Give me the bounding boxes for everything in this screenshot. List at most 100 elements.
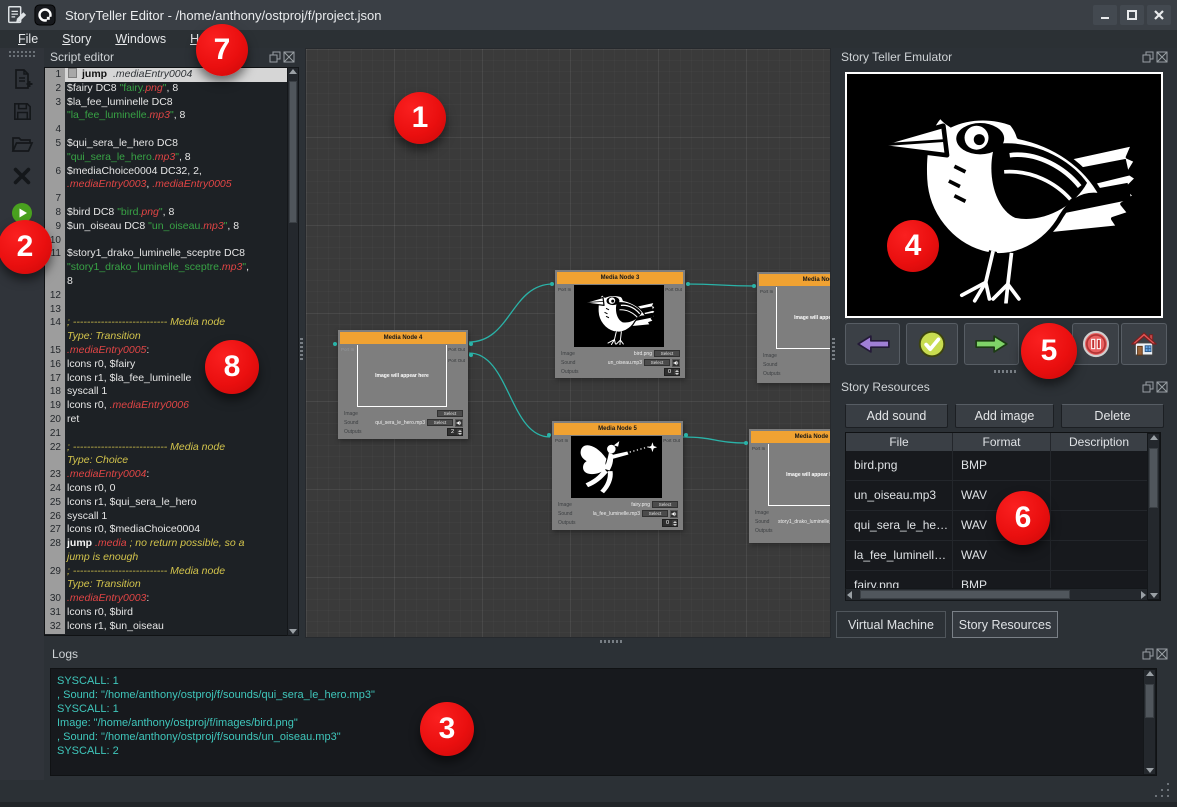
media-node-title[interactable]: Media Node 3 — [557, 272, 683, 284]
port-out[interactable]: Port Out — [663, 438, 680, 443]
port-out[interactable]: Port Out — [665, 287, 682, 292]
node-graph-canvas[interactable]: Media Node 4Port InPort OutPort OutImage… — [305, 48, 831, 638]
column-header-file[interactable]: File — [846, 433, 953, 451]
emulator-ok-button[interactable] — [906, 323, 958, 365]
port-in-dot[interactable] — [550, 282, 554, 286]
speaker-icon[interactable] — [670, 510, 678, 518]
forward-arrow-icon — [974, 331, 1010, 357]
logs-scrollbar[interactable] — [1143, 669, 1156, 775]
port-in-dot[interactable] — [333, 342, 337, 346]
delete-button[interactable]: Delete — [1061, 404, 1164, 428]
port-out-dot[interactable] — [469, 353, 473, 357]
emulator-resources-splitter[interactable] — [994, 370, 1016, 373]
float-panel-icon[interactable] — [1142, 51, 1154, 63]
emulator-home-button[interactable] — [1121, 323, 1167, 365]
media-node[interactable]: Media Node 4Port InPort OutPort OutImage… — [338, 330, 468, 439]
code-line: 31lcons r0, $bird — [45, 606, 298, 620]
tab-virtual-machine[interactable]: Virtual Machine — [836, 611, 946, 638]
open-file-button[interactable] — [9, 131, 35, 157]
outputs-spinner[interactable]: 2 — [447, 428, 463, 436]
close-panel-icon[interactable] — [1156, 381, 1168, 393]
new-file-button[interactable] — [9, 66, 35, 92]
table-row[interactable]: la_fee_luminelle.mp3WAV — [846, 541, 1160, 571]
speaker-icon[interactable] — [455, 419, 463, 427]
menu-file[interactable]: File — [8, 32, 48, 46]
toolbar-drag-handle[interactable] — [9, 50, 35, 58]
close-project-button[interactable] — [9, 163, 35, 189]
emulator-title: Story Teller Emulator — [841, 50, 952, 64]
select-image-button[interactable]: Select — [654, 350, 680, 357]
media-node[interactable]: Media Node 3Port InPort OutImagebird.png… — [555, 270, 685, 378]
port-out-dot[interactable] — [469, 342, 473, 346]
float-panel-icon[interactable] — [269, 51, 281, 63]
media-node[interactable]: Media Node 6Port InPort OutImage will ap… — [749, 429, 831, 543]
port-out[interactable]: Port Out — [448, 347, 465, 352]
port-out-dot[interactable] — [686, 282, 690, 286]
code-line: 6$mediaChoice0004 DC32, 2, — [45, 165, 298, 179]
close-panel-icon[interactable] — [283, 51, 295, 63]
port-in[interactable]: Port In — [558, 287, 571, 292]
outputs-spinner[interactable]: 0 — [664, 368, 680, 376]
script-editor-scrollbar[interactable] — [287, 67, 299, 636]
save-button[interactable] — [9, 98, 35, 124]
logs-splitter-handle[interactable] — [600, 640, 622, 643]
annotation-circle-5: 5 — [1021, 323, 1077, 379]
close-button[interactable] — [1147, 5, 1171, 25]
log-line: , Sound: "/home/anthony/ostproj/f/sounds… — [57, 730, 1156, 744]
resources-table-header: FileFormatDescription — [846, 433, 1160, 451]
left-splitter-handle[interactable] — [300, 338, 303, 360]
emulator-back-button[interactable] — [845, 323, 900, 365]
code-line: 20ret — [45, 413, 298, 427]
float-panel-icon[interactable] — [1142, 648, 1154, 660]
speaker-icon[interactable] — [672, 359, 680, 367]
table-cell: bird.png — [846, 451, 953, 480]
minimize-button[interactable] — [1093, 5, 1117, 25]
add-sound-button[interactable]: Add sound — [845, 404, 948, 428]
close-panel-icon[interactable] — [1156, 648, 1168, 660]
tab-story-resources[interactable]: Story Resources — [952, 611, 1058, 638]
resources-vertical-scrollbar[interactable] — [1147, 433, 1160, 600]
port-in-dot[interactable] — [744, 441, 748, 445]
select-sound-button[interactable]: Select — [427, 419, 453, 426]
right-splitter-handle[interactable] — [832, 338, 835, 360]
port-out[interactable]: Port Out — [448, 358, 465, 363]
new-file-icon — [10, 67, 34, 91]
menu-windows[interactable]: Windows — [105, 32, 176, 46]
select-sound-button[interactable]: Select — [644, 359, 670, 366]
code-line: 1jump .mediaEntry0004 — [45, 68, 298, 82]
resources-horizontal-scrollbar[interactable] — [845, 588, 1148, 601]
select-image-button[interactable]: Select — [437, 410, 463, 417]
window-resize-grip[interactable] — [1153, 783, 1173, 801]
column-header-format[interactable]: Format — [953, 433, 1051, 451]
media-node-title[interactable]: Media Node 5 — [554, 423, 681, 435]
port-in[interactable]: Port In — [752, 446, 765, 451]
port-in-dot[interactable] — [752, 284, 756, 288]
outputs-spinner[interactable]: 0 — [662, 519, 678, 527]
port-out-dot[interactable] — [684, 433, 688, 437]
port-in[interactable]: Port In — [341, 347, 354, 352]
column-header-description[interactable]: Description — [1051, 433, 1148, 451]
emulator-forward-button[interactable] — [964, 323, 1019, 365]
add-image-button[interactable]: Add image — [955, 404, 1054, 428]
media-node-title[interactable]: Media Node 7 — [759, 274, 831, 286]
menu-story[interactable]: Story — [52, 32, 101, 46]
float-panel-icon[interactable] — [1142, 381, 1154, 393]
emulator-pause-button[interactable] — [1072, 323, 1119, 365]
media-node-title[interactable]: Media Node 6 — [751, 431, 831, 443]
close-panel-icon[interactable] — [1156, 51, 1168, 63]
media-node[interactable]: Media Node 5Port InPort OutImagefairy.pn… — [552, 421, 683, 530]
port-in[interactable]: Port In — [760, 289, 773, 294]
table-row[interactable]: bird.pngBMP — [846, 451, 1160, 481]
code-line: Type: Choice — [45, 454, 298, 468]
script-editor[interactable]: 1jump .mediaEntry00042$fairy DC8 "fairy.… — [44, 67, 299, 636]
media-node-title[interactable]: Media Node 4 — [340, 332, 466, 344]
code-line: 23.mediaEntry0004: — [45, 468, 298, 482]
port-in[interactable]: Port In — [555, 438, 568, 443]
port-in-dot[interactable] — [547, 433, 551, 437]
select-sound-button[interactable]: Select — [642, 510, 668, 517]
maximize-button[interactable] — [1120, 5, 1144, 25]
logs-header: Logs — [52, 645, 78, 663]
logs-title: Logs — [52, 647, 78, 661]
media-node[interactable]: Media Node 7Port InPort OutImage will ap… — [757, 272, 831, 383]
select-image-button[interactable]: Select — [652, 501, 678, 508]
